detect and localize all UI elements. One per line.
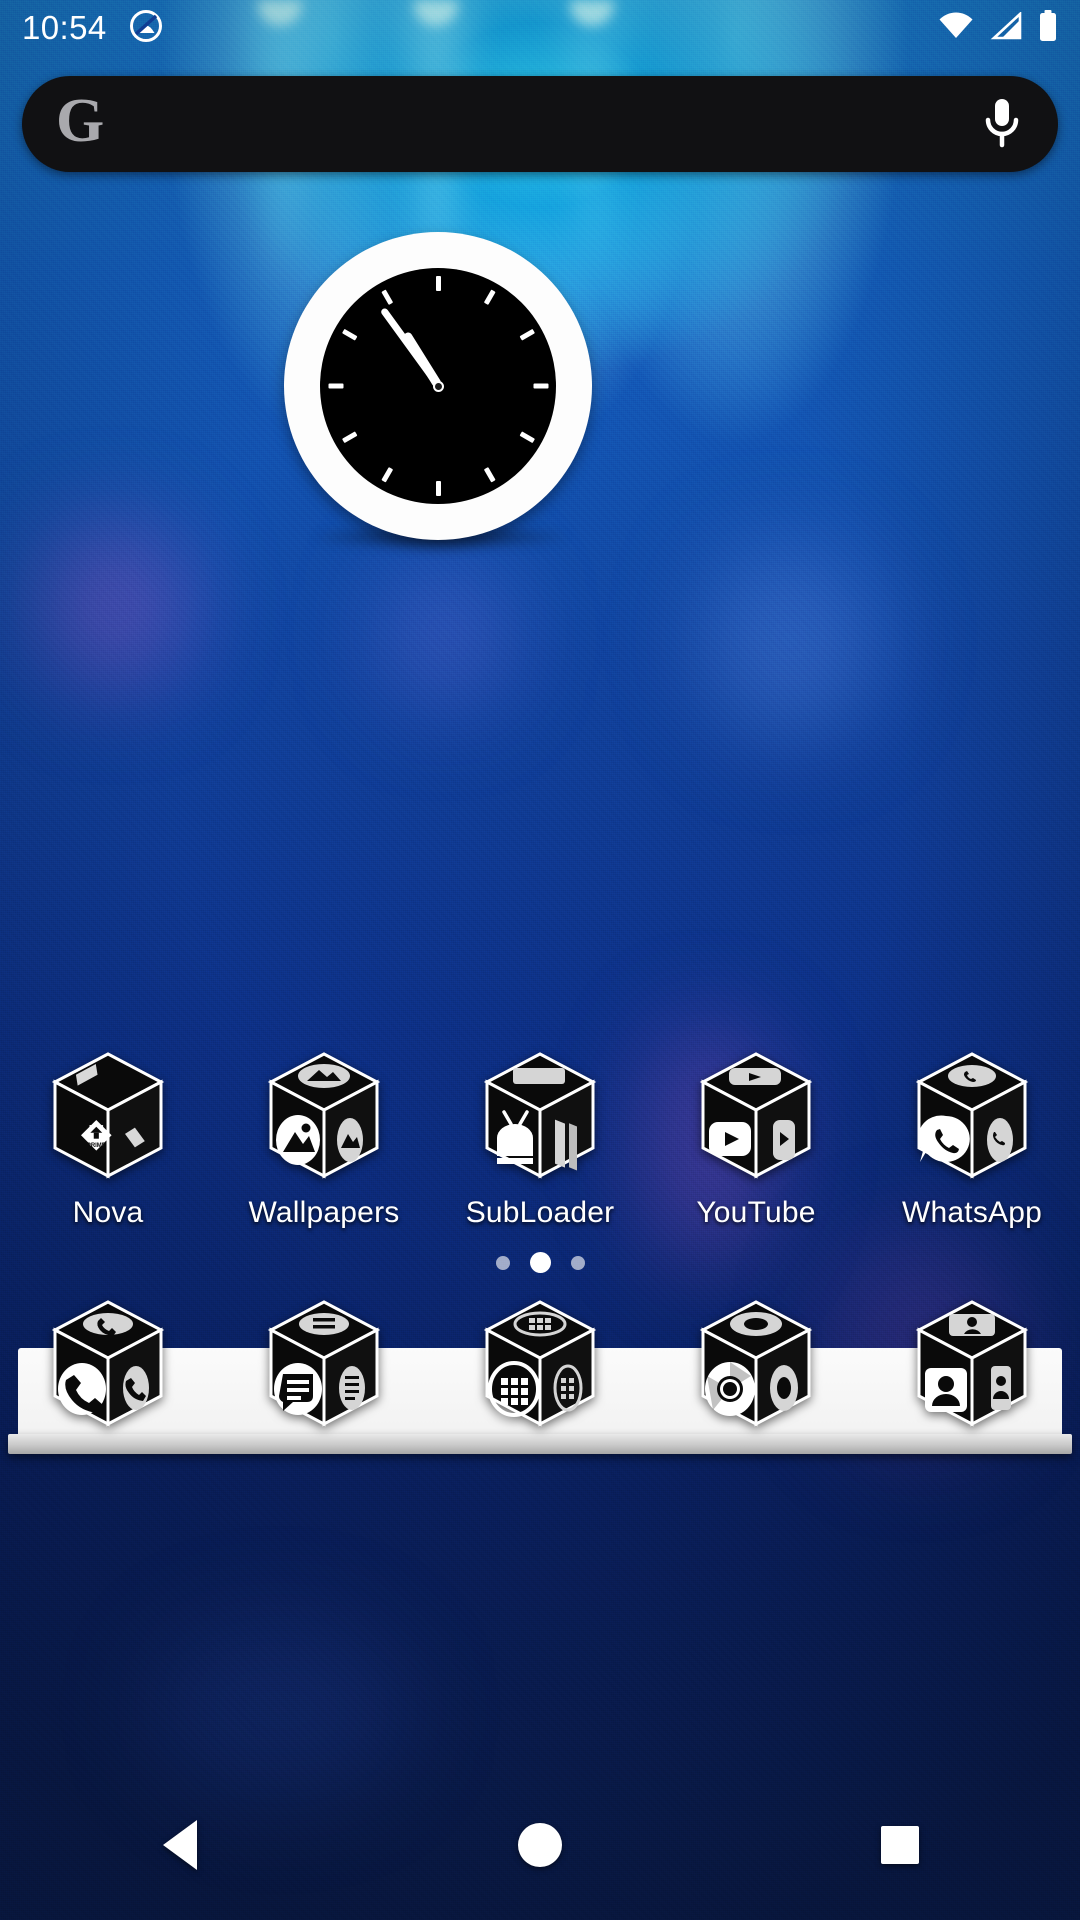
app-icon-whatsapp[interactable]: WhatsApp bbox=[864, 1048, 1080, 1248]
analog-clock-widget[interactable] bbox=[284, 232, 596, 552]
triangle-back-icon bbox=[163, 1820, 197, 1870]
google-g-logo: G bbox=[56, 87, 105, 155]
nav-button-back[interactable] bbox=[0, 1770, 360, 1920]
app-label: YouTube bbox=[696, 1196, 816, 1229]
status-bar-clock: 10:54 bbox=[22, 9, 107, 46]
clock-tick bbox=[533, 383, 548, 389]
app-label: Wallpapers bbox=[248, 1196, 400, 1229]
page-dot-active[interactable] bbox=[529, 1252, 551, 1273]
google-search-bar[interactable]: G bbox=[22, 76, 1058, 172]
page-indicator bbox=[0, 1252, 1080, 1273]
app-label: WhatsApp bbox=[902, 1196, 1042, 1229]
contacts-person-icon bbox=[905, 1296, 1039, 1430]
square-recents-icon bbox=[881, 1826, 919, 1864]
clock-minute-hand bbox=[379, 307, 441, 389]
clock-bezel bbox=[284, 232, 592, 540]
clock-tick bbox=[483, 467, 496, 483]
chrome-circle-icon bbox=[689, 1296, 823, 1430]
nav-button-recents[interactable] bbox=[720, 1770, 1080, 1920]
phone-handset-icon bbox=[41, 1296, 175, 1430]
cellular-signal-icon bbox=[989, 10, 1023, 45]
clock-tick bbox=[519, 328, 535, 341]
clock-tick bbox=[380, 467, 393, 483]
dock bbox=[0, 1296, 1080, 1446]
dock-icon-chrome[interactable] bbox=[648, 1296, 864, 1446]
whatsapp-phone-bubble-icon bbox=[905, 1048, 1039, 1182]
page-dot[interactable] bbox=[495, 1255, 510, 1270]
app-icon-youtube[interactable]: YouTube bbox=[648, 1048, 864, 1248]
status-bar-right bbox=[938, 9, 1058, 47]
app-label: Nova bbox=[72, 1196, 144, 1229]
dock-icon-app-drawer[interactable] bbox=[432, 1296, 648, 1446]
clock-center-cap bbox=[432, 380, 444, 392]
nav-button-home[interactable] bbox=[360, 1770, 720, 1920]
status-bar: 10:54 bbox=[0, 0, 1080, 56]
app-icon-subloader[interactable]: SubLoader bbox=[432, 1048, 648, 1248]
app-icon-nova[interactable]: PRIME Nova bbox=[0, 1048, 216, 1248]
dock-icon-messages[interactable] bbox=[216, 1296, 432, 1446]
messages-bubble-icon bbox=[257, 1296, 391, 1430]
clock-tick bbox=[519, 431, 535, 444]
clock-tick bbox=[328, 383, 343, 389]
clock-tick bbox=[483, 289, 496, 305]
svg-text:PRIME: PRIME bbox=[87, 1143, 106, 1149]
circle-home-icon bbox=[518, 1823, 562, 1867]
wifi-full-icon bbox=[938, 12, 974, 45]
clock-tick bbox=[341, 431, 357, 444]
navigation-bar bbox=[0, 1770, 1080, 1920]
microphone-icon[interactable] bbox=[980, 95, 1024, 153]
youtube-play-icon bbox=[689, 1048, 823, 1182]
dock-icon-phone[interactable] bbox=[0, 1296, 216, 1446]
app-icon-wallpapers[interactable]: Wallpapers bbox=[216, 1048, 432, 1248]
subloader-android-tv-icon bbox=[473, 1048, 607, 1182]
clock-tick bbox=[435, 481, 441, 496]
clock-face bbox=[320, 268, 556, 504]
home-screen-app-row: PRIME Nova Wallpapers SubLoader YouTube … bbox=[0, 1048, 1080, 1248]
circle-slash-icon bbox=[129, 9, 163, 48]
battery-full-icon bbox=[1038, 9, 1058, 47]
wallpapers-picture-icon bbox=[257, 1048, 391, 1182]
app-label: SubLoader bbox=[465, 1196, 615, 1229]
nova-launcher-prime-icon: PRIME bbox=[41, 1048, 175, 1182]
page-dot[interactable] bbox=[570, 1255, 585, 1270]
status-bar-left: 10:54 bbox=[22, 9, 163, 48]
app-drawer-grid-icon bbox=[473, 1296, 607, 1430]
dock-icon-contacts[interactable] bbox=[864, 1296, 1080, 1446]
clock-tick bbox=[341, 328, 357, 341]
clock-tick bbox=[435, 276, 441, 291]
clock-tick bbox=[380, 289, 393, 305]
